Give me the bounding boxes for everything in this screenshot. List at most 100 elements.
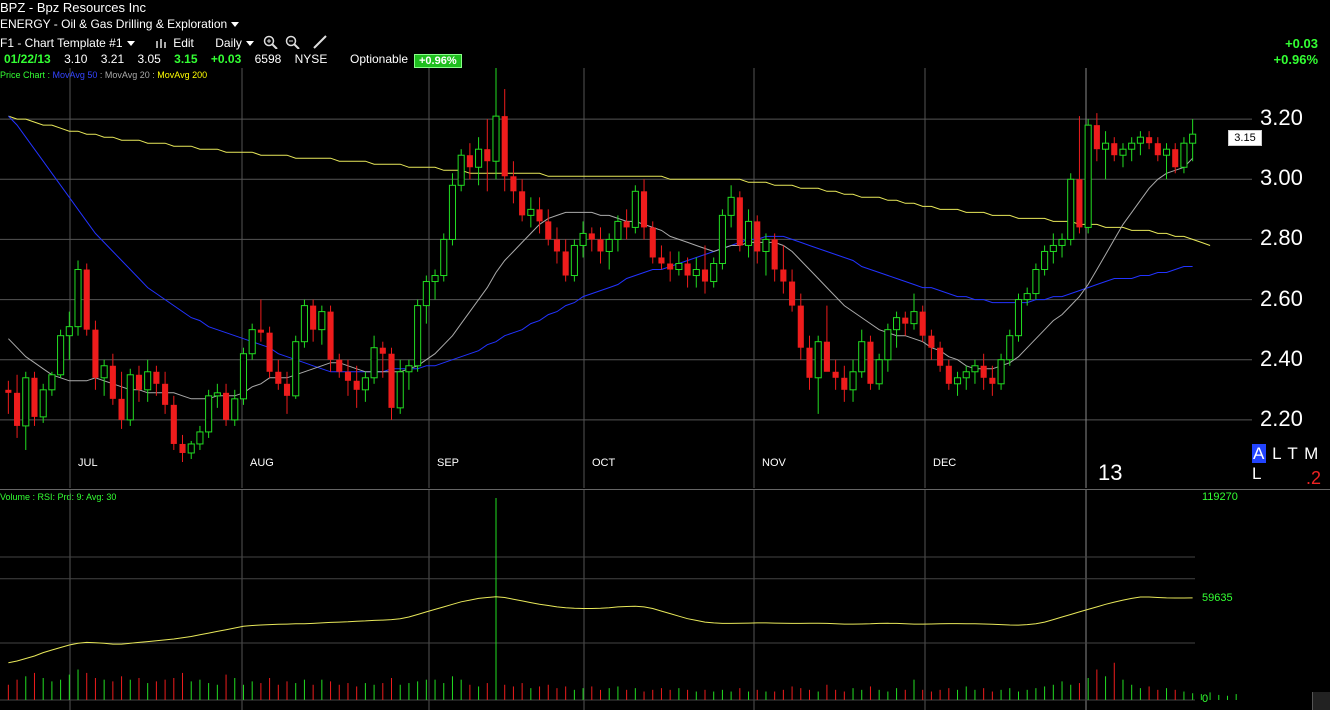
scrollbar-corner[interactable] [1312, 692, 1330, 710]
candle [65, 311, 73, 360]
candle [519, 179, 526, 222]
volume-tick-label: 59635 [1202, 592, 1233, 604]
candle-body-down [501, 116, 508, 177]
candle-body-down [1076, 179, 1083, 228]
candle-body-down [83, 269, 90, 330]
candle-body-up [1049, 244, 1057, 252]
candle-body-down [545, 221, 552, 240]
candle-body-down [519, 191, 526, 216]
candle [92, 320, 99, 390]
candle [640, 179, 648, 240]
candle-body-up [692, 269, 700, 277]
candle [187, 440, 195, 459]
candle [153, 365, 160, 396]
candle-body-up [196, 431, 204, 445]
candle-body-down [736, 197, 743, 246]
candle [928, 329, 935, 360]
candle [631, 185, 639, 234]
candle [902, 311, 909, 336]
candle [849, 359, 857, 402]
candle-body-down [1111, 143, 1118, 156]
candle-body-up [971, 365, 979, 373]
candle [370, 335, 378, 384]
candle-body-up [962, 371, 970, 379]
candle [989, 365, 996, 396]
candle [754, 215, 761, 264]
candle [658, 245, 665, 270]
candle-body-up [231, 398, 239, 421]
candle-body-down [588, 233, 595, 240]
candle-body-down [684, 263, 691, 276]
volume-tick-label: 0 [1202, 693, 1209, 705]
candle-body-down [92, 329, 99, 378]
candle [597, 227, 604, 264]
candle-body-up [48, 374, 56, 391]
candle [405, 359, 413, 390]
candle [83, 263, 90, 336]
candle-body-down [283, 383, 291, 396]
candle [945, 359, 952, 390]
altml-a[interactable]: A [1252, 444, 1267, 463]
candle [727, 185, 735, 228]
candle-body-up [762, 238, 770, 252]
candle [971, 359, 979, 384]
candle-body-down [789, 281, 796, 306]
candle-body-down [466, 155, 473, 168]
candle-body-down [162, 383, 169, 405]
candle-body-up [22, 377, 30, 427]
candle-body-down [179, 443, 186, 453]
candle-body-down [902, 317, 909, 324]
candle [762, 233, 770, 276]
candle-body-up [1067, 178, 1075, 240]
candle [1154, 137, 1161, 162]
candle-body-up [718, 214, 726, 264]
candle-body-up [431, 275, 439, 283]
candle-body-down [623, 221, 630, 228]
price-chart[interactable] [0, 0, 1330, 490]
month-label: AUG [250, 457, 274, 469]
last-price-text: 3.15 [1234, 132, 1256, 144]
candle-body-up [727, 196, 735, 216]
candle [806, 335, 813, 390]
candle [205, 389, 213, 438]
candle-body-up [884, 329, 892, 361]
candle [275, 359, 282, 390]
candle [396, 359, 404, 414]
price-tick-label: 2.40 [1260, 345, 1303, 371]
candle-body-up [1136, 136, 1144, 144]
candle [875, 353, 883, 390]
candle-body-up [1102, 142, 1110, 150]
candle [562, 239, 569, 282]
candle-body-down [153, 371, 160, 384]
candle [213, 383, 221, 408]
month-label: JUL [78, 457, 98, 469]
candle [144, 359, 152, 402]
candle [867, 335, 874, 390]
candle [789, 269, 796, 312]
candle [884, 323, 892, 372]
candle-body-down [937, 347, 944, 366]
candle [893, 311, 901, 348]
candle [692, 257, 700, 288]
candle [675, 251, 683, 276]
candle-body-up [74, 269, 82, 328]
candle-body-down [658, 257, 665, 264]
candle [1041, 245, 1049, 276]
candle [448, 173, 457, 246]
candle-body-up [1032, 269, 1040, 295]
candle [858, 329, 866, 378]
candle-body-up [57, 335, 65, 376]
candle-body-down [562, 251, 569, 276]
ma200-line [8, 115, 1211, 246]
candle-body-up [1119, 148, 1127, 156]
candle [5, 380, 12, 414]
candle [239, 347, 248, 405]
candle [100, 359, 108, 396]
candle [475, 137, 483, 186]
candle-body-down [170, 404, 177, 444]
candle-body-down [806, 347, 813, 378]
candle-body-up [893, 317, 901, 331]
candle-body-up [126, 374, 134, 421]
candle-body-up [457, 154, 465, 186]
volume-chart[interactable] [0, 490, 1330, 710]
